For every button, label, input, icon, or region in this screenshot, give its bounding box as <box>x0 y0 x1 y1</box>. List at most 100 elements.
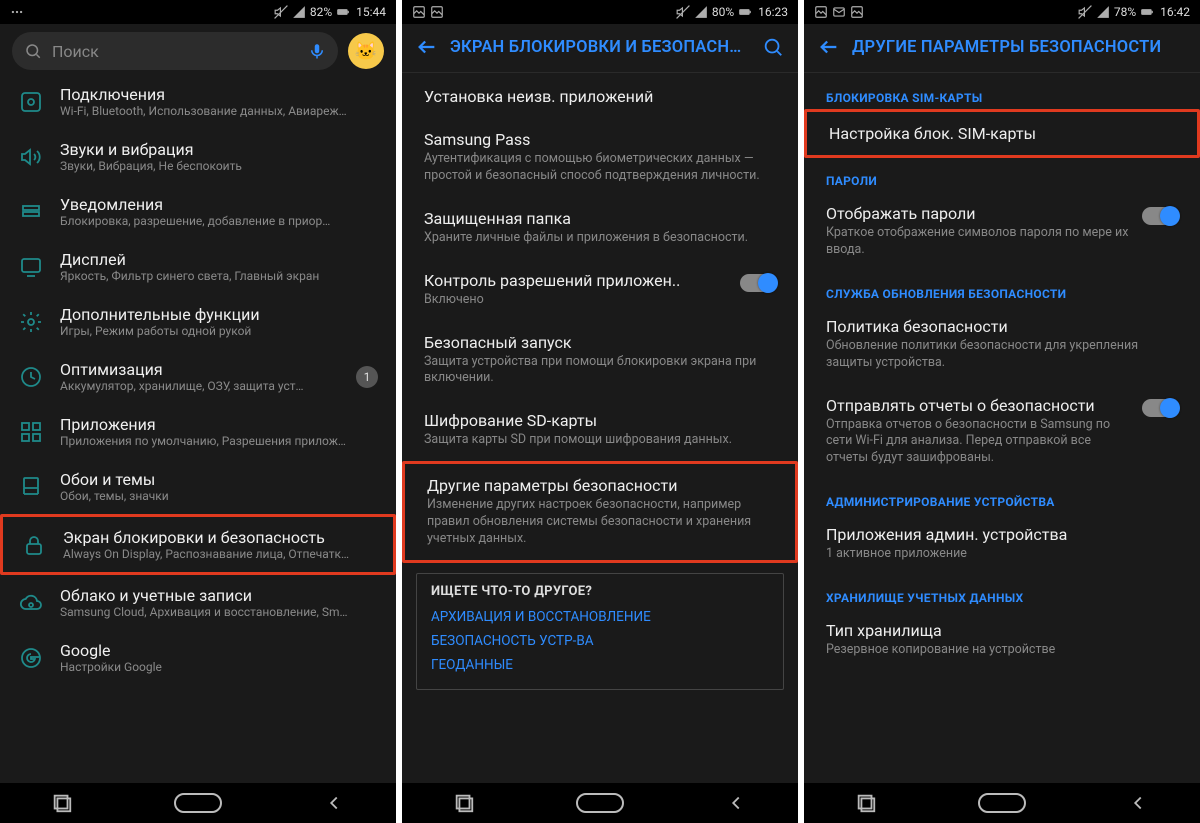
setting-item-cloud[interactable]: Облако и учетные записи Samsung Cloud, А… <box>0 575 396 630</box>
setting-subtitle: Резервное копирование на устройстве <box>826 642 1178 659</box>
setting-item[interactable]: Настройка блок. SIM-карты <box>804 109 1200 158</box>
home-button[interactable] <box>174 793 222 813</box>
status-bar: 78% 16:42 <box>804 0 1200 24</box>
back-button[interactable] <box>725 792 747 814</box>
mute-icon <box>676 5 690 19</box>
battery-icon <box>1140 5 1154 19</box>
setting-subtitle: Блокировка, разрешение, добавление в при… <box>60 214 378 228</box>
setting-subtitle: Звуки, Вибрация, Не беспокоить <box>60 159 378 173</box>
setting-subtitle: Обновление политики безопасности для укр… <box>826 338 1178 372</box>
setting-item-advanced[interactable]: Дополнительные функции Игры, Режим работ… <box>0 294 396 349</box>
setting-item[interactable]: Безопасный запуск Защита устройства при п… <box>402 321 798 400</box>
suggestion-link[interactable]: БЕЗОПАСНОСТЬ УСТР-ВА <box>431 629 769 653</box>
setting-item-connections[interactable]: Подключения Wi-Fi, Bluetooth, Использова… <box>0 74 396 129</box>
setting-item[interactable]: Отправлять отчеты о безопасностиОтправка… <box>804 384 1200 480</box>
screenshot-icon <box>412 5 426 19</box>
search-input[interactable]: Поиск <box>12 32 338 70</box>
looking-for-title: ИЩЕТЕ ЧТО-ТО ДРУГОЕ? <box>431 584 769 599</box>
home-button[interactable] <box>978 793 1026 813</box>
setting-title: Безопасный запуск <box>424 333 776 352</box>
setting-subtitle: Настройки Google <box>60 660 378 674</box>
setting-title: Отображать пароли <box>826 204 1132 223</box>
suggestion-link[interactable]: АРХИВАЦИЯ И ВОССТАНОВЛЕНИЕ <box>431 605 769 629</box>
home-button[interactable] <box>576 793 624 813</box>
setting-item[interactable]: Другие параметры безопасностиИзменение д… <box>402 461 798 563</box>
setting-title: Оптимизация <box>60 360 340 379</box>
setting-title: Дисплей <box>60 250 378 269</box>
setting-item-display[interactable]: Дисплей Яркость, Фильтр синего света, Гл… <box>0 239 396 294</box>
setting-title: Защищенная папка <box>424 209 776 228</box>
setting-subtitle: Яркость, Фильтр синего света, Главный эк… <box>60 269 378 283</box>
mute-icon <box>1078 5 1092 19</box>
status-bar: 80% 16:23 <box>402 0 798 24</box>
toggle-switch[interactable] <box>1142 399 1178 417</box>
setting-item[interactable]: Шифрование SD-карты Защита карты SD при п… <box>402 399 798 461</box>
signal-icon <box>292 5 306 19</box>
back-button[interactable] <box>1127 792 1149 814</box>
search-icon[interactable] <box>762 36 784 58</box>
setting-item[interactable]: Samsung PassАутентификация с помощью био… <box>402 118 798 197</box>
setting-item[interactable]: Защищенная папкаХраните личные файлы и п… <box>402 197 798 259</box>
looking-for-box: ИЩЕТЕ ЧТО-ТО ДРУГОЕ? АРХИВАЦИЯ И ВОССТАНО… <box>416 573 784 690</box>
setting-item[interactable]: Отображать паролиКраткое отображение сим… <box>804 192 1200 271</box>
setting-item[interactable]: Приложения админ. устройства1 активное п… <box>804 513 1200 575</box>
clock: 16:23 <box>758 5 788 19</box>
clock: 16:42 <box>1160 5 1190 19</box>
setting-item[interactable]: Политика безопасностиОбновление политики… <box>804 305 1200 384</box>
search-icon <box>24 42 42 60</box>
setting-item-lock[interactable]: Экран блокировки и безопасность Always O… <box>0 514 396 575</box>
mute-icon <box>274 5 288 19</box>
apps-icon <box>18 420 44 444</box>
setting-title: Приложения админ. устройства <box>826 525 1178 544</box>
google-icon <box>18 646 44 670</box>
setting-title: Дополнительные функции <box>60 305 378 324</box>
setting-subtitle: Always On Display, Распознавание лица, О… <box>63 547 375 561</box>
setting-title: Отправлять отчеты о безопасности <box>826 396 1132 415</box>
setting-item-notif[interactable]: Уведомления Блокировка, разрешение, доба… <box>0 184 396 239</box>
setting-title: Контроль разрешений приложен.. <box>424 271 730 290</box>
setting-item-sound[interactable]: Звуки и вибрация Звуки, Вибрация, Не бес… <box>0 129 396 184</box>
toggle-switch[interactable] <box>1142 207 1178 225</box>
setting-item-optimize[interactable]: Оптимизация Аккумулятор, хранилище, ОЗУ,… <box>0 349 396 404</box>
setting-subtitle: Приложения по умолчанию, Разрешения прил… <box>60 434 378 448</box>
setting-title: Экран блокировки и безопасность <box>63 528 375 547</box>
mic-icon[interactable] <box>308 42 326 60</box>
setting-item[interactable]: Тип хранилища Резервное копирование на ус… <box>804 609 1200 671</box>
back-icon[interactable] <box>416 36 438 58</box>
setting-title: Google <box>60 641 378 660</box>
optimize-icon <box>18 365 44 389</box>
recents-button[interactable] <box>51 792 73 814</box>
toggle-switch[interactable] <box>740 274 776 292</box>
setting-subtitle: Samsung Cloud, Архивация и восстановлени… <box>60 605 378 619</box>
battery-percent: 82% <box>310 5 332 19</box>
section-label: АДМИНИСТРИРОВАНИЕ УСТРОЙСТВА <box>804 479 1200 513</box>
status-bar: 82% 15:44 <box>0 0 396 24</box>
setting-subtitle: Игры, Режим работы одной рукой <box>60 324 378 338</box>
setting-item[interactable]: Установка неизв. приложений <box>402 75 798 118</box>
setting-item-apps[interactable]: Приложения Приложения по умолчанию, Разр… <box>0 404 396 459</box>
nav-bar <box>804 783 1200 823</box>
setting-title: Подключения <box>60 85 378 104</box>
recents-button[interactable] <box>855 792 877 814</box>
setting-item-google[interactable]: Google Настройки Google <box>0 630 396 685</box>
setting-title: Тип хранилища <box>826 621 1178 640</box>
setting-title: Шифрование SD-карты <box>424 411 776 430</box>
back-icon[interactable] <box>818 36 840 58</box>
back-button[interactable] <box>323 792 345 814</box>
avatar[interactable]: 🐱 <box>348 33 384 69</box>
setting-item-wallpaper[interactable]: Обои и темы Обои, темы, значки <box>0 459 396 514</box>
page-title: ДРУГИЕ ПАРАМЕТРЫ БЕЗОПАСНОСТИ <box>852 38 1186 57</box>
section-label: ХРАНИЛИЩЕ УЧЕТНЫХ ДАННЫХ <box>804 575 1200 609</box>
recents-button[interactable] <box>453 792 475 814</box>
signal-icon <box>694 5 708 19</box>
battery-percent: 78% <box>1114 5 1136 19</box>
setting-subtitle: Защита устройства при помощи блокировки … <box>424 354 776 388</box>
sound-icon <box>18 145 44 169</box>
suggestion-link[interactable]: ГЕОДАННЫЕ <box>431 653 769 677</box>
setting-title: Настройка блок. SIM-карты <box>829 124 1175 143</box>
battery-icon <box>738 5 752 19</box>
setting-item[interactable]: Контроль разрешений приложен..Включено <box>402 259 798 321</box>
setting-subtitle: Защита карты SD при помощи шифрования да… <box>424 432 776 449</box>
badge: 1 <box>356 366 378 388</box>
wallpaper-icon <box>18 475 44 499</box>
